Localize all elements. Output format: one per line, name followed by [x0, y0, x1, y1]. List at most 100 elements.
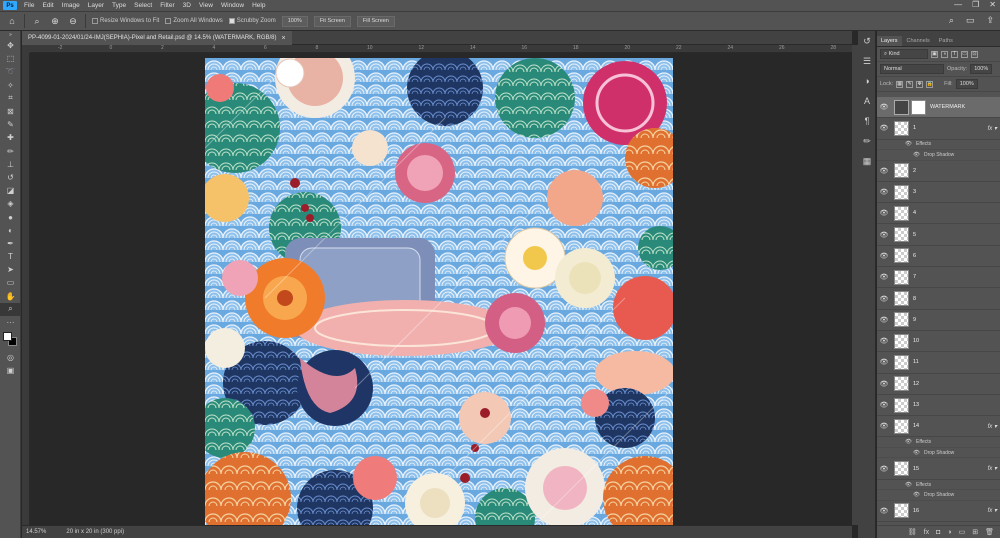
layer-row[interactable]: 👁 10	[877, 331, 1000, 353]
properties-icon[interactable]: ☰	[858, 51, 876, 71]
opacity-input[interactable]: 100%	[970, 64, 993, 74]
layer-row[interactable]: 👁 12	[877, 374, 1000, 395]
visibility-eye-icon[interactable]: 👁	[877, 337, 891, 345]
filter-adjustment-icon[interactable]: ◑	[941, 50, 948, 58]
effect-eye-icon[interactable]: 👁	[905, 482, 912, 488]
layer-effects-icon[interactable]: fx ▾	[988, 423, 997, 430]
brush-settings-icon[interactable]: ✏	[858, 131, 876, 151]
history-icon[interactable]: ↺	[858, 31, 876, 51]
layer-row[interactable]: 👁 1 fx ▾	[877, 118, 1000, 140]
layer-row[interactable]: 👁 8	[877, 288, 1000, 310]
hand-tool-icon[interactable]: ✋	[0, 290, 21, 303]
layer-row[interactable]: 👁 4	[877, 203, 1000, 225]
adjustment-layer-icon[interactable]: ◑	[947, 529, 951, 536]
delete-layer-icon[interactable]: 🗑	[985, 528, 994, 536]
home-icon[interactable]: ⌂	[6, 15, 18, 27]
paragraph-icon[interactable]: ¶	[858, 111, 876, 131]
menu-select[interactable]: Select	[130, 2, 156, 9]
blur-tool-icon[interactable]: ●	[0, 210, 21, 223]
minimize-icon[interactable]: —	[954, 0, 962, 9]
tab-layers[interactable]: Layers	[877, 36, 902, 46]
swatches-icon[interactable]: ▦	[858, 151, 876, 171]
layer-effect-row[interactable]: 👁 Drop Shadow	[877, 448, 1000, 459]
path-selection-icon[interactable]: ➤	[0, 263, 21, 276]
workspace-icon[interactable]: ▭	[966, 15, 975, 26]
effect-eye-icon[interactable]: 👁	[913, 492, 920, 498]
collapse-icon[interactable]: »	[0, 31, 21, 39]
visibility-eye-icon[interactable]: 👁	[877, 273, 891, 281]
healing-brush-icon[interactable]: ✚	[0, 131, 21, 144]
menu-window[interactable]: Window	[217, 2, 248, 9]
visibility-eye-icon[interactable]: 👁	[877, 422, 891, 430]
visibility-eye-icon[interactable]: 👁	[877, 124, 891, 132]
effect-eye-icon[interactable]: 👁	[905, 439, 912, 445]
character-icon[interactable]: A	[858, 91, 876, 111]
foreground-color-swatch[interactable]	[3, 332, 12, 342]
color-swatches[interactable]	[0, 329, 21, 351]
vertical-ruler[interactable]	[22, 53, 30, 525]
paint-bucket-icon[interactable]: ◈	[0, 197, 21, 210]
visibility-eye-icon[interactable]: 👁	[877, 358, 891, 366]
type-tool-icon[interactable]: T	[0, 250, 21, 263]
zoom-100-button[interactable]: 100%	[281, 15, 308, 27]
lock-all-icon[interactable]: 🔒	[926, 80, 934, 88]
fill-input[interactable]: 100%	[955, 79, 978, 89]
menu-filter[interactable]: Filter	[156, 2, 178, 9]
filter-shape-icon[interactable]: ▭	[961, 50, 968, 58]
lock-position-icon[interactable]: ✥	[916, 80, 924, 88]
scrubby-zoom-checkbox[interactable]: Scrubby Zoom	[228, 18, 276, 24]
visibility-eye-icon[interactable]: 👁	[877, 231, 891, 239]
layer-row[interactable]: 👁 2	[877, 161, 1000, 182]
document-canvas[interactable]	[205, 58, 673, 525]
menu-3d[interactable]: 3D	[179, 2, 195, 9]
search-icon[interactable]: ⌕	[949, 15, 954, 26]
magic-wand-icon[interactable]: ✧	[0, 79, 21, 92]
effect-eye-icon[interactable]: 👁	[905, 141, 912, 147]
marquee-tool-icon[interactable]: ⬚	[0, 52, 21, 65]
visibility-eye-icon[interactable]: 👁	[877, 167, 891, 175]
filter-pixel-icon[interactable]: ▣	[931, 50, 938, 58]
screen-mode-icon[interactable]: ▣	[0, 364, 21, 377]
history-brush-icon[interactable]: ↺	[0, 171, 21, 184]
eraser-icon[interactable]: ◪	[0, 184, 21, 197]
zoom-out-icon[interactable]: ⊖	[67, 15, 79, 27]
layer-effects-icon[interactable]: fx ▾	[988, 125, 997, 132]
layer-effect-row[interactable]: 👁 Effects	[877, 480, 1000, 491]
brush-tool-icon[interactable]: ✏	[0, 145, 21, 158]
new-layer-icon[interactable]: ⊞	[972, 528, 978, 536]
filter-kind-select[interactable]: ⌕ Kind	[880, 49, 928, 59]
menu-layer[interactable]: Layer	[84, 2, 108, 9]
layer-row[interactable]: 👁 14 fx ▾	[877, 416, 1000, 438]
tab-channels[interactable]: Channels	[903, 36, 934, 46]
layer-row[interactable]: 👁 3	[877, 182, 1000, 204]
zoom-all-windows-checkbox[interactable]: Zoom All Windows	[165, 18, 223, 24]
layer-mask-thumbnail[interactable]	[911, 99, 926, 115]
fit-screen-button[interactable]: Fit Screen	[313, 15, 351, 27]
lasso-tool-icon[interactable]: ➰	[0, 65, 21, 78]
zoom-tool-icon[interactable]: ⌕	[0, 302, 21, 316]
move-tool-icon[interactable]: ✥	[0, 39, 21, 52]
adjustments-icon[interactable]: ◑	[858, 71, 876, 91]
menu-type[interactable]: Type	[108, 2, 130, 9]
fx-icon[interactable]: fx	[924, 529, 929, 536]
document-tab[interactable]: PP-4099-01-2024/01/24-IMJ(SEPHIA)-Pixel …	[22, 31, 292, 45]
new-group-icon[interactable]: ▭	[959, 528, 966, 536]
layer-row[interactable]: 👁 WATERMARK	[877, 97, 1000, 119]
add-mask-icon[interactable]: ◘	[936, 529, 940, 536]
layer-row[interactable]: 👁 7	[877, 267, 1000, 289]
layer-row[interactable]: 👁 11	[877, 352, 1000, 374]
menu-file[interactable]: File	[20, 2, 38, 9]
dodge-tool-icon[interactable]: ◐	[0, 224, 21, 237]
menu-image[interactable]: Image	[58, 2, 84, 9]
layer-row[interactable]: 👁 16 fx ▾	[877, 501, 1000, 523]
quick-mask-icon[interactable]: ◎	[0, 351, 21, 364]
layer-effect-row[interactable]: 👁 Drop Shadow	[877, 490, 1000, 501]
visibility-eye-icon[interactable]: 👁	[877, 188, 891, 196]
link-layers-icon[interactable]: ⛓	[908, 528, 917, 536]
filter-type-icon[interactable]: T	[951, 50, 958, 58]
fill-screen-button[interactable]: Fill Screen	[356, 15, 395, 27]
layer-effects-icon[interactable]: fx ▾	[988, 507, 997, 514]
zoom-level[interactable]: 14.57%	[26, 529, 46, 535]
zoom-tool-icon[interactable]: ⌕	[31, 15, 43, 27]
effect-eye-icon[interactable]: 👁	[913, 152, 920, 158]
